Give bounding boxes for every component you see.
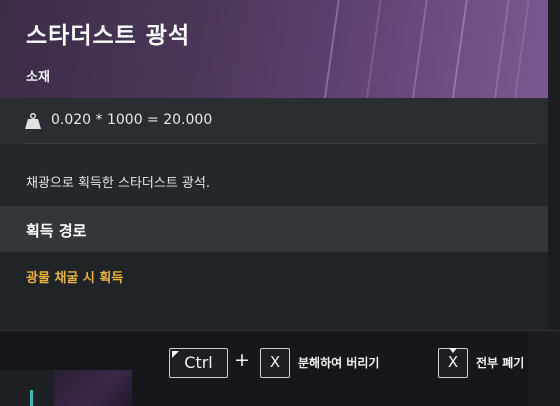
plus-symbol: + (234, 349, 250, 371)
divider (24, 143, 538, 144)
item-description: 채광으로 획득한 스타더스트 광석. (26, 176, 210, 191)
hold-indicator-icon (449, 348, 457, 353)
key-corner-icon (172, 351, 179, 358)
acquisition-header: 획득 경로 (0, 206, 548, 252)
dismantle-discard-button[interactable]: 분해하여 버리기 (298, 354, 379, 371)
item-category: 소재 (26, 70, 50, 85)
background-item-art (54, 370, 132, 406)
item-name: 스타더스트 광석 (26, 23, 191, 49)
header-streak (490, 0, 512, 98)
acquisition-list: 광물 채굴 시 획득 (0, 252, 548, 330)
weight-icon (25, 113, 41, 129)
acquisition-source[interactable]: 광물 채굴 시 획득 (26, 267, 123, 286)
x-hold-key[interactable]: X (438, 348, 468, 378)
discard-all-button[interactable]: 전부 폐기 (476, 354, 524, 371)
header-streak (448, 0, 470, 98)
weight-value: 0.020 * 1000 = 20.000 (51, 112, 213, 128)
ctrl-key[interactable]: Ctrl (169, 348, 228, 378)
item-tooltip-panel: 스타더스트 광석 소재 0.020 * 1000 = 20.000 채광으로 획… (0, 0, 548, 330)
header-streak (408, 0, 430, 98)
background-slot (0, 370, 54, 406)
x-key-label: X (447, 353, 459, 371)
header-streak (320, 0, 342, 98)
background-edge (528, 330, 560, 406)
ctrl-key-label: Ctrl (184, 353, 213, 372)
x-key-label: X (269, 353, 281, 371)
header-streak (362, 0, 384, 98)
header-streak (510, 0, 532, 98)
tooltip-header: 스타더스트 광석 소재 (0, 0, 548, 98)
x-key[interactable]: X (260, 348, 290, 378)
acquisition-title: 획득 경로 (26, 222, 87, 240)
weight-row: 0.020 * 1000 = 20.000 (0, 98, 548, 144)
footer-divider (0, 330, 560, 331)
background-highlight (30, 390, 33, 406)
